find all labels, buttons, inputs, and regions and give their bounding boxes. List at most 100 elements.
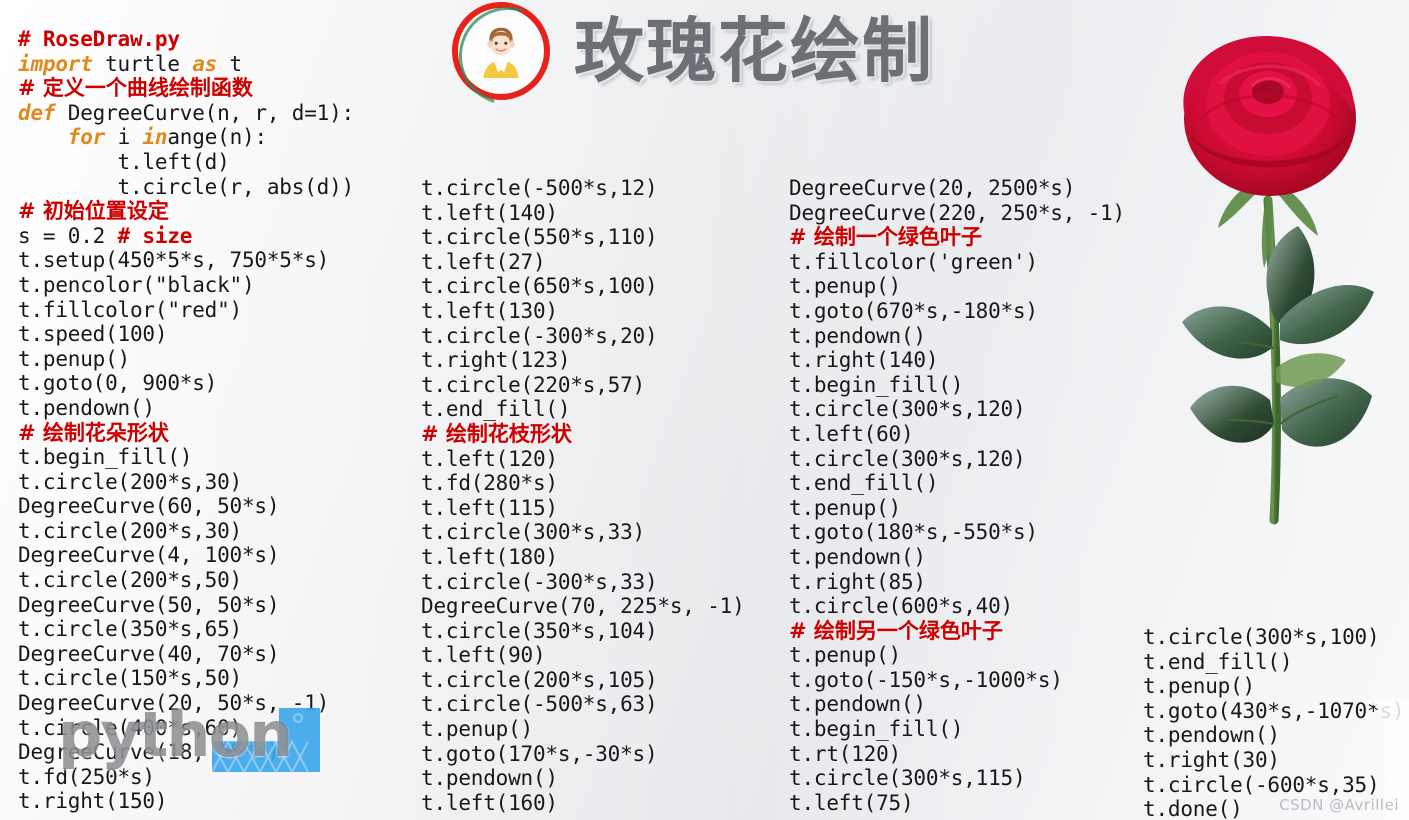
- code-line: t.left(140): [421, 200, 558, 225]
- code-line: t.right(140): [789, 348, 939, 373]
- code-line: DegreeCurve(20, 50*s, -1): [18, 691, 330, 716]
- code-line: # 绘制花枝形状: [421, 421, 572, 446]
- code-line: t.circle(350*s,104): [421, 618, 658, 643]
- rose-photo: [1148, 0, 1404, 600]
- code-line: t.left(27): [421, 249, 546, 274]
- code-line: t.penup(): [789, 495, 901, 520]
- code-line: t.end_fill(): [421, 397, 571, 422]
- code-line: DegreeCurve(4, 100*s): [18, 543, 280, 568]
- code-line: t.penup(): [789, 274, 901, 299]
- code-line: t.penup(): [18, 346, 130, 371]
- code-line: t.end_fill(): [789, 471, 939, 496]
- code-line: t.pendown(): [789, 323, 926, 348]
- code-line: t.circle(-600*s,35): [1143, 772, 1380, 797]
- code-line: t.fd(280*s): [421, 471, 558, 496]
- code-line: t.right(123): [421, 348, 571, 373]
- code-line: t.circle(200*s,30): [18, 469, 242, 494]
- code-line: t.left(d): [18, 149, 230, 174]
- code-line: t.rt(120): [789, 741, 901, 766]
- page-title: 玫瑰花绘制: [574, 10, 934, 92]
- code-column-3[interactable]: DegreeCurve(20, 2500*s) DegreeCurve(220, …: [789, 176, 1125, 815]
- code-line: DegreeCurve(220, 250*s, -1): [789, 200, 1125, 225]
- code-line: t.circle(-300*s,20): [421, 323, 658, 348]
- code-line: t.pendown(): [1143, 723, 1280, 748]
- code-line: t.pencolor("black"): [18, 272, 255, 297]
- code-line: t.left(120): [421, 446, 558, 471]
- avatar: [452, 2, 550, 100]
- code-line: t.pendown(): [421, 766, 558, 791]
- code-line: t.fd(250*s): [18, 764, 155, 789]
- code-line: DegreeCurve(60, 50*s): [18, 494, 280, 519]
- code-line: def DegreeCurve(n, r, d=1):: [18, 100, 354, 125]
- code-line: DegreeCurve(40, 70*s): [18, 641, 280, 666]
- code-line: t.right(150): [18, 789, 168, 814]
- code-line: # 绘制另一个绿色叶子: [789, 618, 1003, 643]
- code-line: t.circle(300*s,115): [789, 766, 1026, 791]
- code-line: DegreeCurve(50, 50*s): [18, 592, 280, 617]
- code-line: t.goto(430*s,-1070*s): [1143, 698, 1405, 723]
- code-line: t.circle(300*s,100): [1143, 625, 1380, 649]
- code-line: t.begin_fill(): [789, 717, 964, 742]
- code-line: t.circle(150*s,50): [18, 666, 242, 691]
- code-line: t.fillcolor("red"): [18, 297, 242, 322]
- code-line: t.circle(200*s,50): [18, 568, 242, 593]
- code-line: t.penup(): [421, 717, 533, 742]
- code-line: t.circle(550*s,110): [421, 225, 658, 250]
- code-line: t.left(75): [789, 790, 914, 815]
- code-line: t.penup(): [789, 643, 901, 668]
- code-line: t.circle(-500*s,63): [421, 692, 658, 717]
- code-line: # 定义一个曲线绘制函数: [18, 76, 253, 101]
- code-line: t.circle(300*s,120): [789, 446, 1026, 471]
- code-line: t.pendown(): [789, 544, 926, 569]
- user-avatar-icon: [483, 27, 519, 79]
- code-line: t.circle(300*s,120): [789, 397, 1026, 422]
- code-line: DegreeCurve(20, 2500*s): [789, 176, 1076, 200]
- code-line: t.left(130): [421, 298, 558, 323]
- code-line: s = 0.2 # size: [18, 223, 193, 248]
- code-line: t.circle(r, abs(d)): [18, 174, 355, 199]
- code-line: t.circle(220*s,57): [421, 372, 645, 397]
- code-line: # 绘制一个绿色叶子: [789, 225, 982, 250]
- code-line: for i inange(n):: [67, 125, 267, 150]
- code-line: t.pendown(): [18, 395, 155, 420]
- code-line: t.circle(200*s,30): [18, 518, 242, 543]
- csdn-watermark: CSDN @Avrillei: [1279, 796, 1399, 814]
- code-line: t.circle(-500*s,12): [421, 176, 658, 200]
- code-line: t.circle(-300*s,33): [421, 569, 658, 594]
- code-line: # RoseDraw.py: [18, 27, 180, 51]
- code-line: t.left(160): [421, 790, 558, 815]
- code-line: t.pendown(): [789, 692, 926, 717]
- code-line: DegreeCurve(70, 225*s, -1): [421, 594, 745, 619]
- code-line: t.end_fill(): [1143, 649, 1293, 674]
- code-line: t.left(180): [421, 544, 558, 569]
- code-line: t.circle(200*s,105): [421, 667, 658, 692]
- code-line: t.circle(300*s,33): [421, 520, 645, 545]
- code-line: t.penup(): [1143, 674, 1255, 699]
- code-line: t.goto(-150*s,-1000*s): [789, 667, 1063, 692]
- code-line: t.right(30): [1143, 747, 1280, 772]
- code-column-1[interactable]: # RoseDraw.py import turtle as t # 定义一个曲线绘…: [18, 27, 354, 814]
- code-line: t.begin_fill(): [789, 372, 964, 397]
- code-line: t.setup(450*5*s, 750*5*s): [18, 248, 330, 273]
- code-line: t.goto(180*s,-550*s): [789, 520, 1038, 545]
- code-line: # 绘制花朵形状: [18, 420, 169, 445]
- slide-header: 玫瑰花绘制: [452, 2, 934, 100]
- code-line: import turtle as t: [18, 51, 242, 76]
- slide-canvas: 玫瑰花绘制 # RoseDraw.py import turtle as t # 定…: [0, 0, 1409, 820]
- code-line: t.speed(100): [18, 322, 168, 347]
- code-line: t.circle(600*s,40): [789, 594, 1013, 619]
- code-line: t.circle(400*s,60): [18, 715, 242, 740]
- code-line: t.circle(350*s,65): [18, 617, 242, 642]
- code-line: DegreeCurve(18, 50*s): [18, 740, 280, 765]
- code-column-2[interactable]: t.circle(-500*s,12) t.left(140) t.circle(5…: [421, 176, 745, 815]
- code-line: t.begin_fill(): [18, 445, 193, 470]
- code-line: t.goto(0, 900*s): [18, 371, 218, 396]
- code-line: t.circle(650*s,100): [421, 274, 658, 299]
- code-column-4[interactable]: t.circle(300*s,100) t.end_fill() t.penup()…: [1143, 625, 1405, 820]
- code-line: # 初始位置设定: [18, 199, 169, 224]
- code-line: t.goto(670*s,-180*s): [789, 298, 1038, 323]
- code-line: t.left(60): [789, 421, 914, 446]
- code-line: t.left(115): [421, 495, 558, 520]
- code-line: t.left(90): [421, 643, 546, 668]
- code-line: t.right(85): [789, 569, 926, 594]
